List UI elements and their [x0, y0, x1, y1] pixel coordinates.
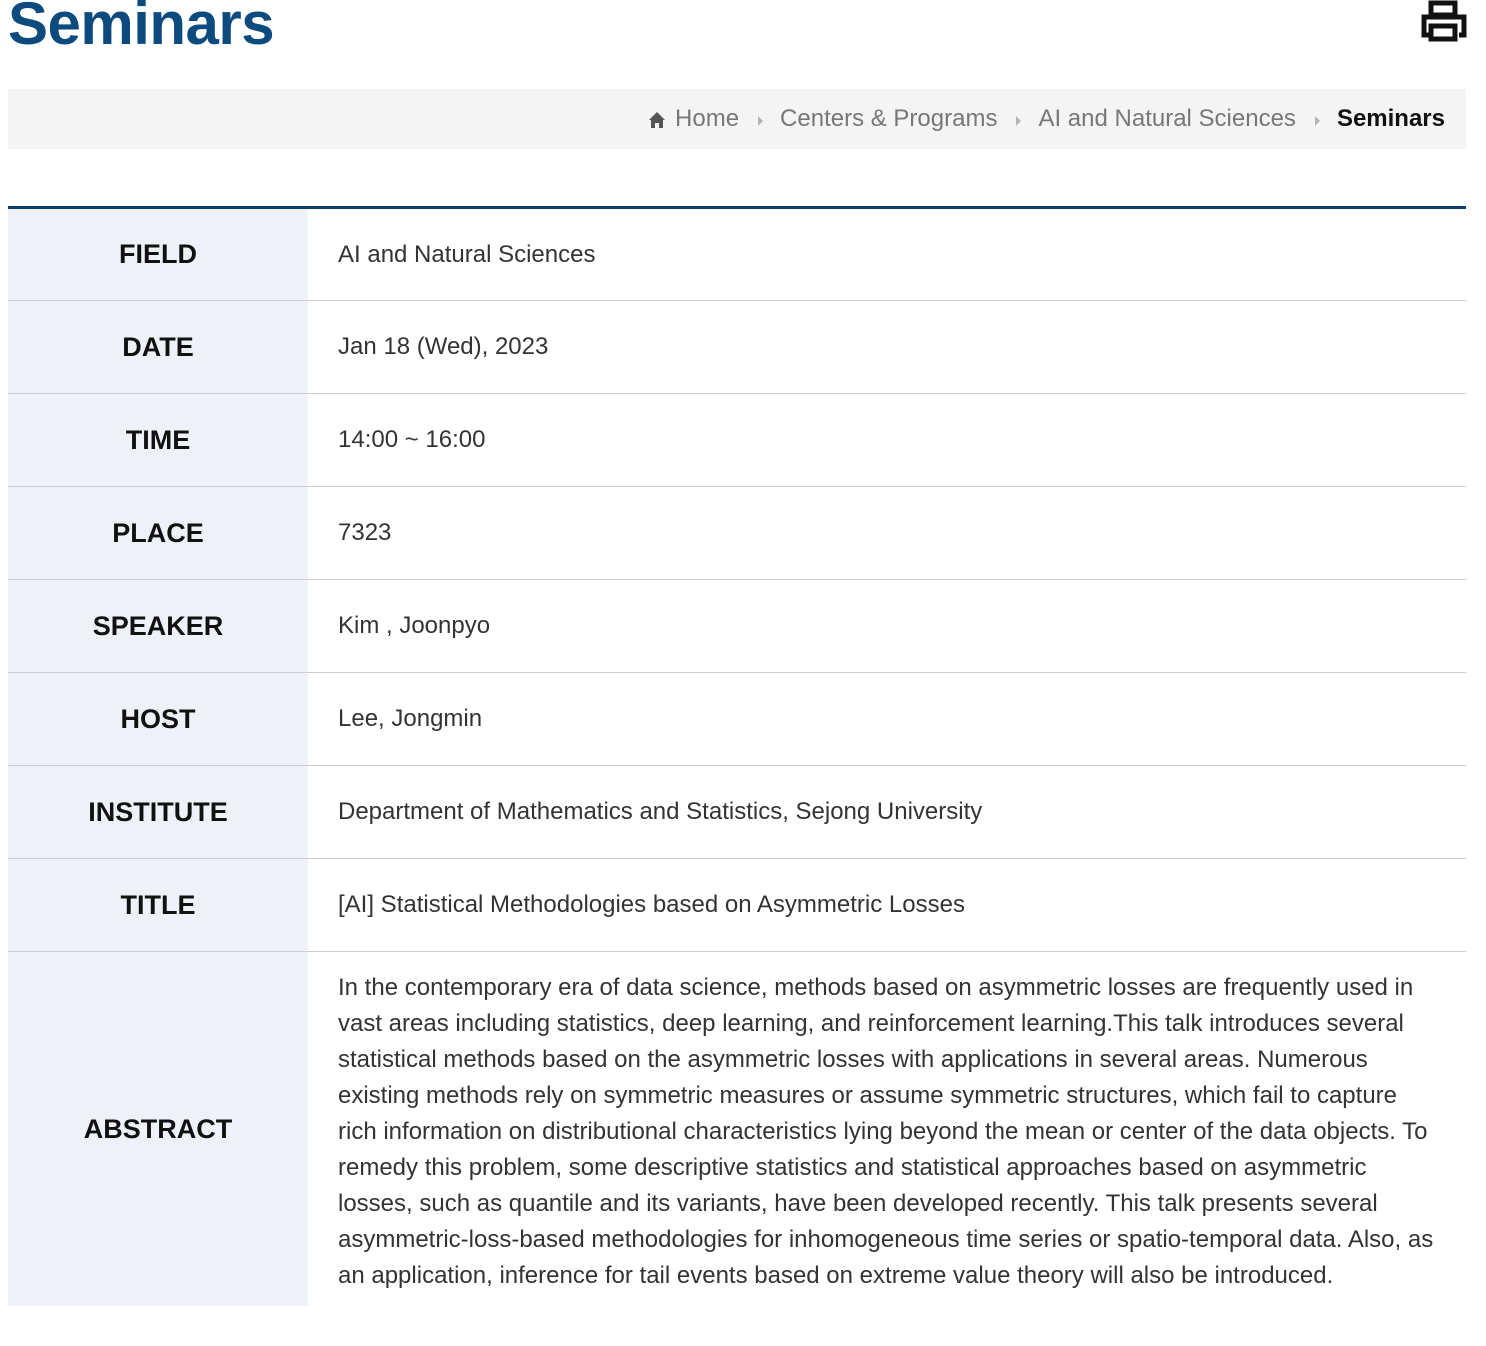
breadcrumb-separator-icon	[758, 116, 764, 126]
printer-icon	[1421, 0, 1467, 42]
table-row-place: PLACE 7323	[8, 486, 1466, 580]
row-label-date: DATE	[8, 300, 308, 394]
table-row-abstract: ABSTRACT In the contemporary era of data…	[8, 951, 1466, 1306]
row-value-title: [AI] Statistical Methodologies based on …	[308, 858, 1466, 952]
row-label-time: TIME	[8, 393, 308, 487]
row-value-speaker: Kim , Joonpyo	[308, 579, 1466, 673]
page-title: Seminars	[8, 0, 275, 57]
breadcrumb-home-link[interactable]: Home	[648, 105, 739, 133]
row-value-institute: Department of Mathematics and Statistics…	[308, 765, 1466, 859]
breadcrumb-ai-natural-sciences-link[interactable]: AI and Natural Sciences	[1038, 105, 1295, 133]
seminar-info-table: FIELD AI and Natural Sciences DATE Jan 1…	[8, 206, 1466, 1306]
row-label-field: FIELD	[8, 207, 308, 301]
breadcrumb-separator-icon	[1314, 116, 1320, 126]
row-value-date: Jan 18 (Wed), 2023	[308, 300, 1466, 394]
row-label-institute: INSTITUTE	[8, 765, 308, 859]
table-row-speaker: SPEAKER Kim , Joonpyo	[8, 579, 1466, 673]
breadcrumb-home-label: Home	[675, 105, 740, 132]
table-row-title: TITLE [AI] Statistical Methodologies bas…	[8, 858, 1466, 952]
breadcrumb: Home Centers & Programs AI and Natural S…	[648, 89, 1445, 149]
table-row-host: HOST Lee, Jongmin	[8, 672, 1466, 766]
row-value-field: AI and Natural Sciences	[308, 207, 1466, 301]
breadcrumb-centers-programs-link[interactable]: Centers & Programs	[780, 105, 997, 133]
row-label-title: TITLE	[8, 858, 308, 952]
table-row-time: TIME 14:00 ~ 16:00	[8, 393, 1466, 487]
print-button[interactable]	[1418, 0, 1470, 44]
breadcrumb-separator-icon	[1016, 116, 1022, 126]
breadcrumb-current-page: Seminars	[1336, 105, 1445, 132]
breadcrumb-bar: Home Centers & Programs AI and Natural S…	[8, 89, 1466, 149]
row-label-abstract: ABSTRACT	[8, 951, 308, 1306]
row-label-place: PLACE	[8, 486, 308, 580]
table-row-field: FIELD AI and Natural Sciences	[8, 207, 1466, 301]
table-row-date: DATE Jan 18 (Wed), 2023	[8, 300, 1466, 394]
row-label-host: HOST	[8, 672, 308, 766]
row-value-host: Lee, Jongmin	[308, 672, 1466, 766]
row-label-speaker: SPEAKER	[8, 579, 308, 673]
home-icon	[649, 112, 666, 128]
table-row-institute: INSTITUTE Department of Mathematics and …	[8, 765, 1466, 859]
row-value-place: 7323	[308, 486, 1466, 580]
row-value-abstract: In the contemporary era of data science,…	[338, 974, 1434, 1289]
row-value-time: 14:00 ~ 16:00	[308, 393, 1466, 487]
